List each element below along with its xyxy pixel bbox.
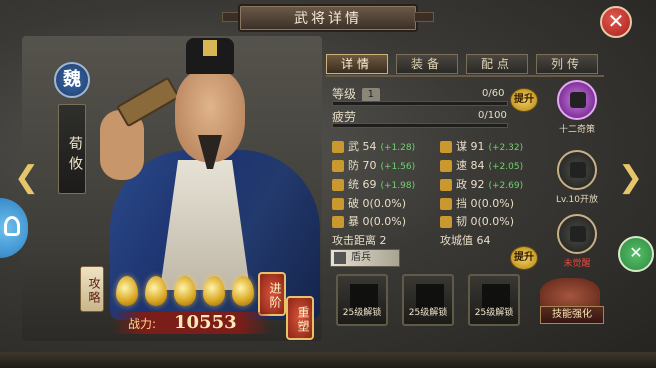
skill-orb	[557, 80, 597, 120]
attr-ren: 韧 0(0.0%)	[440, 213, 514, 229]
rebuild-button[interactable]: 重塑	[286, 296, 314, 340]
power-label: 战力:	[128, 317, 157, 331]
attr-bao: 暴 0(0.0%)	[332, 213, 406, 229]
exp-text: 0/60	[482, 88, 505, 99]
attr-po: 破 0(0.0%)	[332, 195, 406, 211]
tab-points[interactable]: 配点	[466, 54, 528, 74]
fatigue-bar	[332, 123, 508, 128]
skill-train-button[interactable]: 技能强化	[540, 306, 604, 324]
close-button[interactable]: ✕	[600, 6, 632, 38]
pierce-icon	[332, 198, 344, 210]
skill-slot-2[interactable]: Lv.10开放	[553, 150, 601, 205]
attr-mou: 谋 91 (+2.32)	[440, 138, 523, 154]
tab-biography[interactable]: 列传	[536, 54, 598, 74]
equipment-slot-3[interactable]: 25级解锁	[468, 274, 520, 326]
attr-wu: 武 54 (+1.28)	[332, 138, 415, 154]
jade-icon	[116, 276, 138, 306]
equipment-slots: 25级解锁 25级解锁 25级解锁	[336, 274, 520, 326]
attack-range: 攻击距离 2	[332, 234, 387, 247]
hero-detail-screen: 武将详情 ✕ 魏 荀攸 ❮ ❯ ✕ 攻略 进阶 重塑 战力: 10553 详情 …	[0, 0, 656, 368]
skill-orb	[557, 150, 597, 190]
jade-icon	[145, 276, 167, 306]
awaken-icon	[570, 226, 586, 242]
jade-row	[116, 276, 254, 306]
skill-name: 未觉醒	[563, 259, 591, 269]
tab-details[interactable]: 详情	[326, 54, 388, 74]
promote-button[interactable]: 进阶	[258, 272, 286, 316]
boot-icon	[440, 160, 452, 172]
title-wing-right	[414, 12, 434, 22]
siege-value: 攻城值 64	[440, 234, 491, 247]
skill-slot-3[interactable]: 未觉醒	[553, 214, 601, 269]
attr-fang: 防 70 (+1.56)	[332, 157, 415, 173]
page-title: 武将详情	[294, 11, 362, 27]
wrench-icon: ✕	[629, 243, 643, 262]
tenacity-icon	[440, 216, 452, 228]
crit-icon	[332, 216, 344, 228]
jade-icon	[232, 276, 254, 306]
troop-upgrade-button[interactable]: 提升	[510, 246, 538, 270]
attr-zheng: 政 92 (+2.69)	[440, 176, 523, 192]
fatigue-label: 疲劳	[332, 110, 357, 124]
tab-divider	[326, 75, 604, 77]
hero-name: 荀攸	[58, 104, 86, 194]
fatigue-text: 0/100	[478, 110, 507, 121]
detail-tabs: 详情 装备 配点 列传	[326, 54, 598, 74]
power-value: 10553	[174, 312, 237, 333]
strategy-button[interactable]: 攻略	[80, 266, 104, 312]
equipment-slot-2[interactable]: 25级解锁	[402, 274, 454, 326]
attr-su: 速 84 (+2.05)	[440, 157, 523, 173]
attr-tong: 统 69 (+1.98)	[332, 176, 415, 192]
sword-icon	[332, 141, 344, 153]
hero-hat-badge	[203, 40, 217, 56]
title-banner: 武将详情	[238, 4, 418, 32]
tab-equipment[interactable]: 装备	[396, 54, 458, 74]
skill-name: 十二奇策	[558, 125, 595, 135]
jade-icon	[174, 276, 196, 306]
shield-icon	[332, 160, 344, 172]
next-hero-arrow[interactable]: ❯	[618, 160, 643, 195]
bottom-frame	[0, 352, 656, 368]
level-label: 等级	[332, 87, 357, 101]
skill-icon	[570, 92, 586, 108]
skill-slot-1[interactable]: 十二奇策	[553, 80, 601, 135]
command-icon	[332, 179, 344, 191]
level-row: 等级 1	[332, 85, 380, 102]
level-up-button[interactable]: 提升	[510, 88, 538, 112]
exp-bar	[332, 101, 508, 106]
prev-hero-arrow[interactable]: ❮	[14, 160, 39, 195]
tools-button[interactable]: ✕	[618, 236, 654, 272]
shield-icon	[4, 216, 20, 236]
skill-orb	[557, 214, 597, 254]
jade-icon	[203, 276, 225, 306]
attr-dang: 挡 0(0.0%)	[440, 195, 514, 211]
kingdom-badge: 魏	[54, 62, 90, 98]
troop-icon	[334, 252, 346, 264]
skill-name: Lv.10开放	[556, 195, 598, 205]
scroll-icon	[440, 141, 452, 153]
equipment-slot-1[interactable]: 25级解锁	[336, 274, 388, 326]
close-icon: ✕	[607, 9, 625, 33]
level-value: 1	[361, 87, 380, 102]
seal-icon	[440, 179, 452, 191]
block-icon	[440, 198, 452, 210]
lock-icon	[570, 162, 586, 178]
troop-type: 盾兵	[330, 249, 400, 267]
